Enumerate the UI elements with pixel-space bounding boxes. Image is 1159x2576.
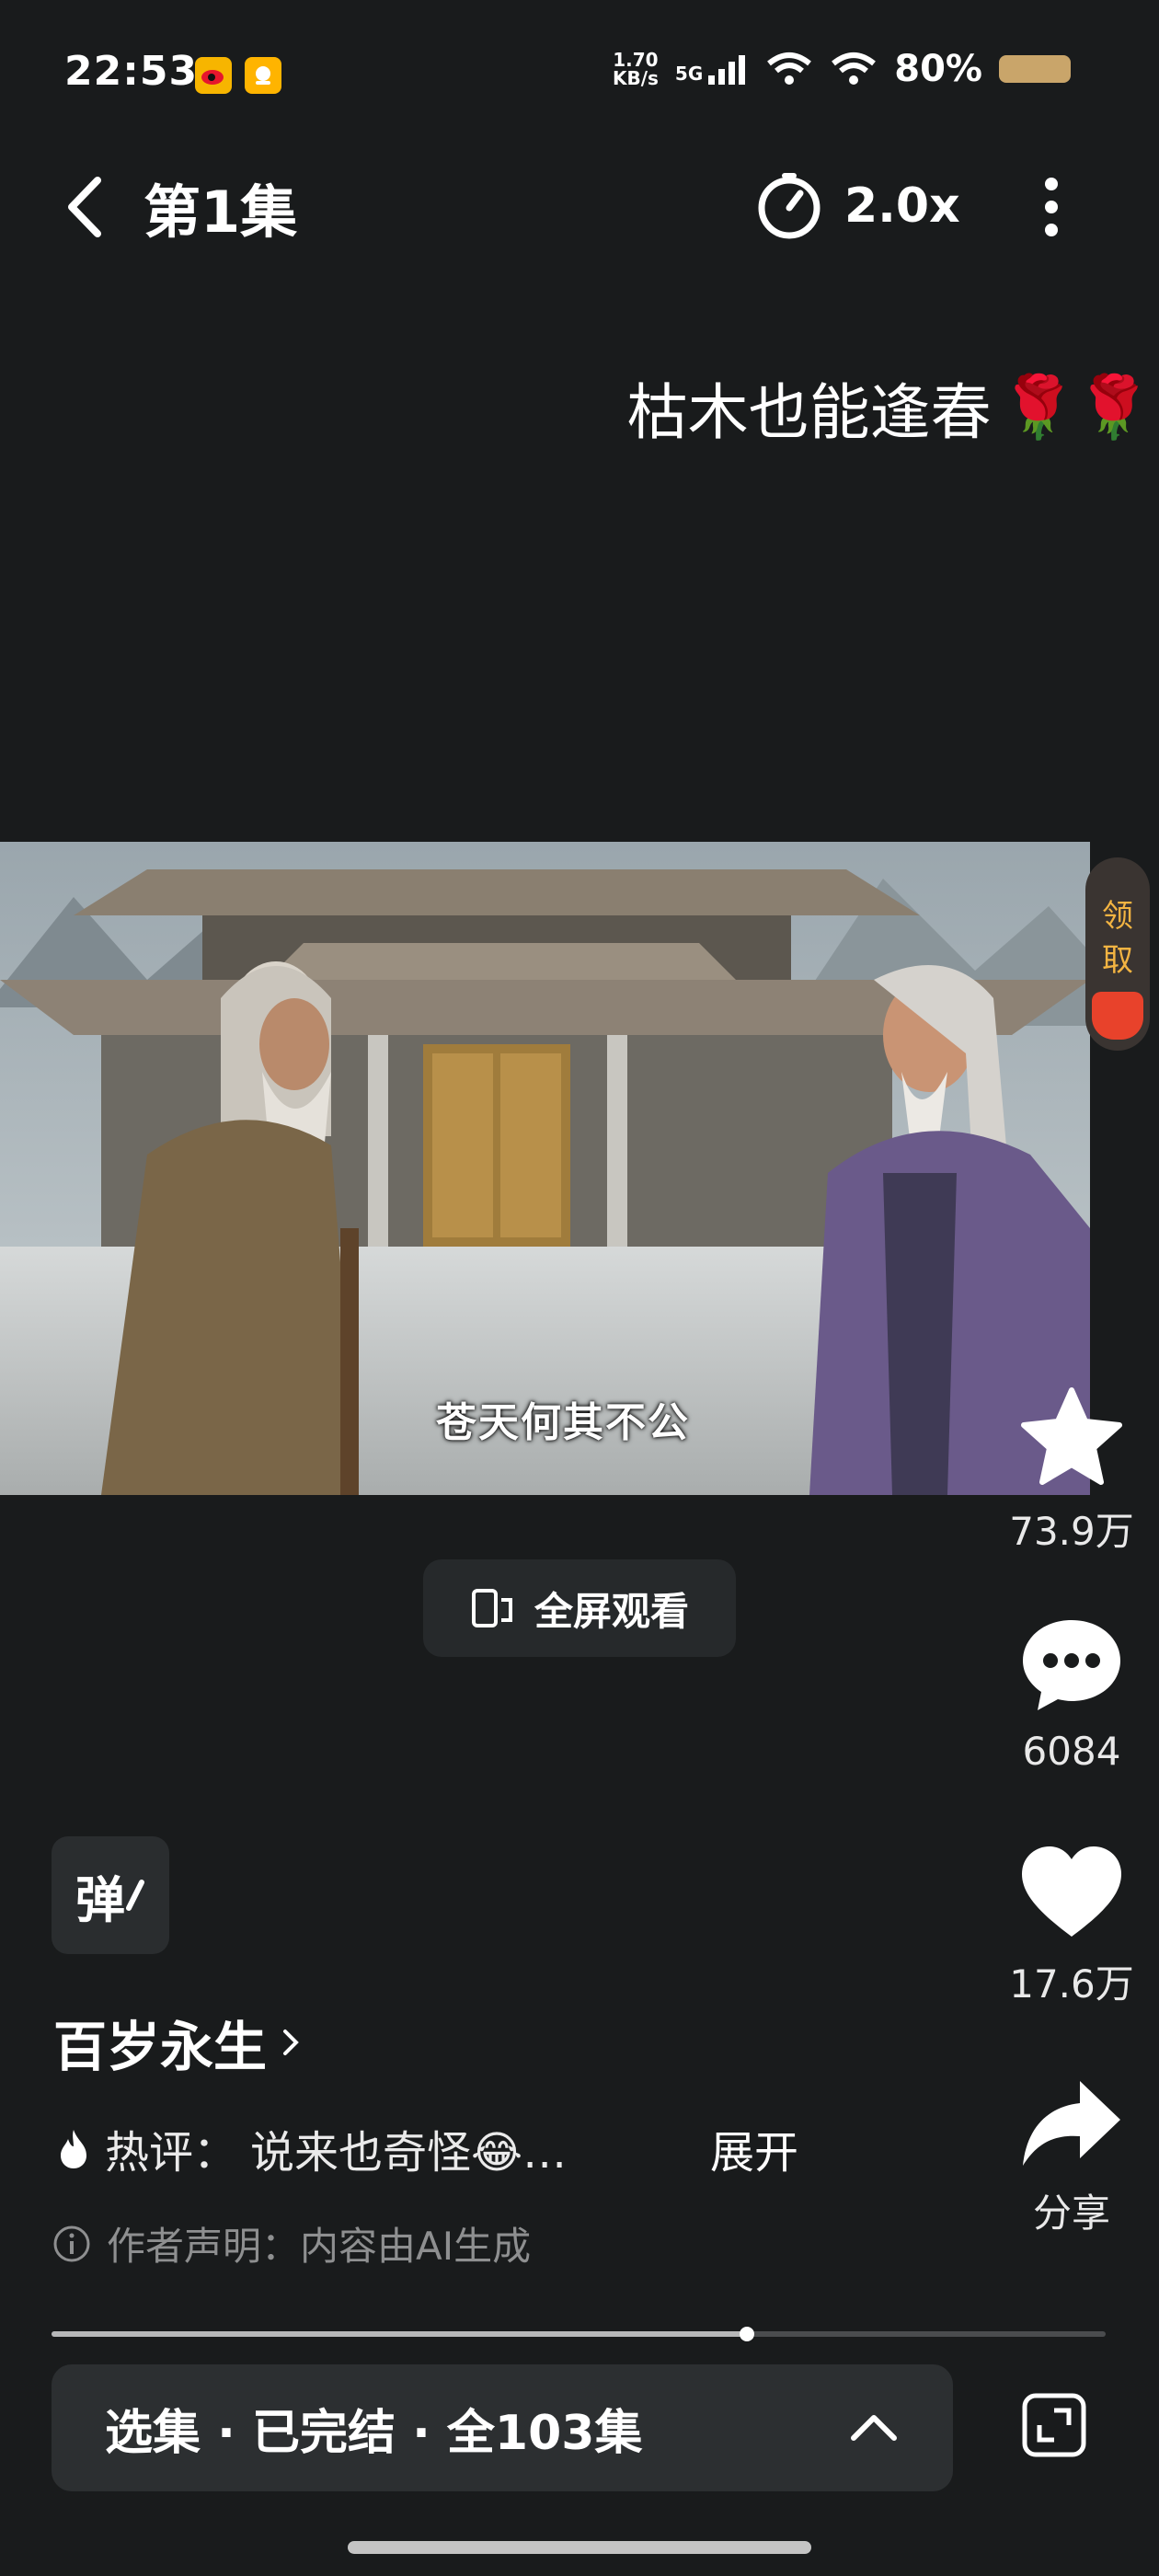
wifi-plus-icon xyxy=(767,52,812,85)
comment-icon xyxy=(1023,1620,1120,1710)
star-icon xyxy=(1021,1387,1122,1485)
flame-icon xyxy=(61,2130,86,2168)
video-progress-bar[interactable] xyxy=(52,2327,1106,2341)
speed-label: 2.0x xyxy=(844,178,960,234)
share-label: 分享 xyxy=(1032,2191,1110,2236)
net-speed-unit: KB/s xyxy=(612,67,659,89)
pip-icon xyxy=(1022,2393,1086,2457)
claim-reward-button[interactable]: 领 取 xyxy=(1085,857,1150,1051)
info-icon xyxy=(53,2225,90,2261)
cellular-signal-icon: 5G xyxy=(675,53,749,85)
chevron-up-icon xyxy=(851,2415,897,2441)
chevron-left-icon xyxy=(68,177,101,237)
show-title: 百岁永生 xyxy=(53,2016,268,2078)
like-count: 17.6万 xyxy=(1009,1961,1134,2007)
status-time: 22:53 xyxy=(64,48,199,95)
video-subtitle: 苍天何其不公 xyxy=(436,1399,690,1446)
danmaku-label: 弹 xyxy=(75,1870,125,1929)
fullscreen-label: 全屏观看 xyxy=(534,1588,689,1634)
favorite-action[interactable]: 73.9万 xyxy=(1003,1385,1141,1557)
notice-text: 作者声明：内容由AI生成 xyxy=(107,2224,532,2269)
comment-count: 6084 xyxy=(1022,1729,1121,1774)
rotate-screen-icon xyxy=(471,1589,512,1627)
show-title-link[interactable]: 百岁永生 xyxy=(53,2004,302,2081)
chevron-right-icon xyxy=(283,2030,299,2055)
claim-label-2: 取 xyxy=(1102,942,1133,979)
playback-speed-button[interactable]: 2.0x xyxy=(754,171,960,241)
progress-knob[interactable] xyxy=(740,2327,755,2341)
episode-selector[interactable]: 选集 · 已完结 · 全103集 xyxy=(52,2364,953,2491)
rose-emoji: 🌹🌹 xyxy=(1000,372,1152,443)
episode-selector-label: 选集 · 已完结 · 全103集 xyxy=(105,2405,643,2461)
share-icon xyxy=(1023,2081,1120,2166)
author-notice: 作者声明：内容由AI生成 xyxy=(52,2215,531,2271)
more-vertical-icon xyxy=(1045,178,1058,236)
battery-percent: 80% xyxy=(894,48,982,90)
heart-icon xyxy=(1022,1846,1121,1937)
picture-in-picture-button[interactable] xyxy=(1021,2392,1087,2458)
battery-icon xyxy=(999,55,1071,83)
red-envelope-icon xyxy=(1092,992,1143,1040)
home-indicator[interactable] xyxy=(348,2541,811,2554)
network-type: 5G xyxy=(674,63,704,85)
like-action[interactable]: 17.6万 xyxy=(1003,1845,1141,2009)
share-action[interactable]: 分享 xyxy=(1003,2077,1141,2238)
status-right: 1.70 KB/s 5G 80% xyxy=(613,48,1071,90)
wifi-icon xyxy=(832,52,877,85)
more-button[interactable] xyxy=(1038,175,1065,239)
net-speed: 1.70 KB/s xyxy=(613,51,659,87)
back-button[interactable] xyxy=(64,170,120,244)
progress-fill xyxy=(52,2331,748,2337)
danmaku-toggle[interactable]: 弹 xyxy=(52,1836,169,1954)
favorite-count: 73.9万 xyxy=(1009,1509,1134,1554)
expand-button[interactable]: 展开 xyxy=(710,2116,798,2180)
fullscreen-button[interactable]: 全屏观看 xyxy=(423,1559,736,1657)
hot-comment-prefix: 热评： xyxy=(105,2127,238,2179)
comment-action[interactable]: 6084 xyxy=(1003,1615,1141,1774)
caption-text: 枯木也能逢春 xyxy=(626,377,992,448)
timer-icon xyxy=(758,173,820,239)
slash-icon xyxy=(126,1880,144,1911)
net-speed-value: 1.70 xyxy=(613,49,659,71)
miniapp-icon xyxy=(245,57,281,94)
video-caption: 枯木也能逢春 🌹🌹 xyxy=(627,363,1152,452)
hot-comment-text: 说来也奇怪😂… xyxy=(250,2127,568,2179)
claim-label-1: 领 xyxy=(1102,898,1133,935)
hot-comment[interactable]: 热评： 说来也奇怪😂… xyxy=(55,2116,567,2180)
episode-title: 第1集 xyxy=(143,178,298,246)
weibo-icon xyxy=(195,57,232,94)
status-app-icons xyxy=(195,57,281,94)
